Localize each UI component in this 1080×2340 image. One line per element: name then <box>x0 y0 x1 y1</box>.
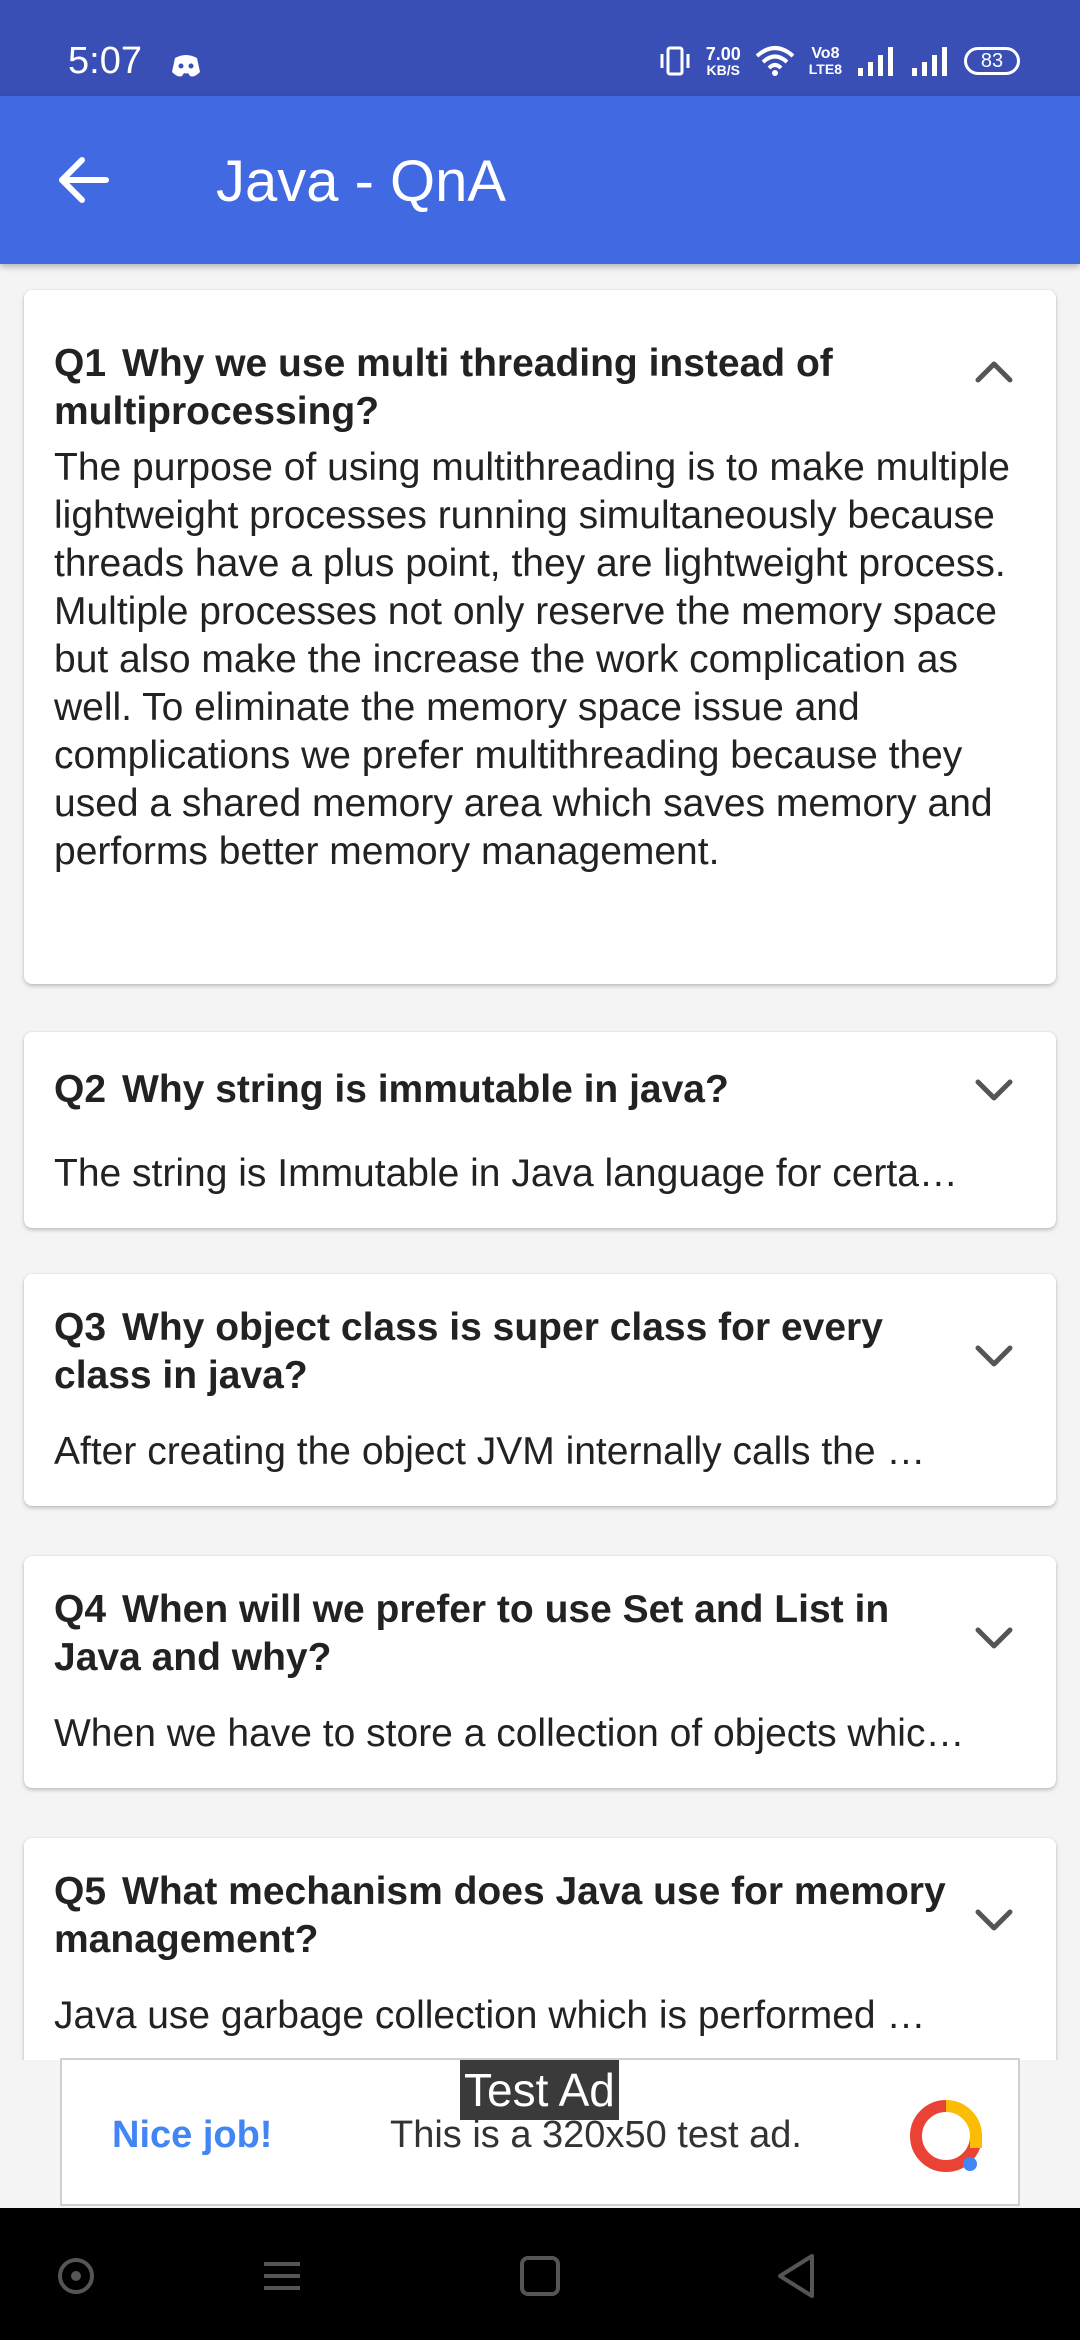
back-triangle-icon[interactable] <box>768 2248 824 2304</box>
question-label: When will we prefer to use Set and List … <box>54 1588 890 1679</box>
answer-preview: Java use garbage collection which is per… <box>54 1994 926 2037</box>
question-number: Q2 <box>54 1068 107 1111</box>
vibrate-icon <box>660 46 690 76</box>
chevron-down-icon[interactable] <box>972 1334 1016 1378</box>
assistant-circle-icon[interactable] <box>48 2248 104 2304</box>
system-nav-bar <box>0 2208 1080 2340</box>
question-label: Why object class is super class for ever… <box>54 1306 883 1397</box>
qna-card-3[interactable]: Q3 Why object class is super class for ev… <box>24 1274 1056 1506</box>
qna-card-5[interactable]: Q5 What mechanism does Java use for memor… <box>24 1838 1056 2060</box>
menu-icon[interactable] <box>254 2248 310 2304</box>
qna-card-1[interactable]: Q1 Why we use multi threading instead of … <box>24 290 1056 984</box>
question-text: Q5 What mechanism does Java use for memor… <box>54 1868 954 1964</box>
question-number: Q3 <box>54 1306 107 1349</box>
answer-preview: When we have to store a collection of ob… <box>54 1712 965 1755</box>
ad-message: This is a 320x50 test ad. <box>390 2114 802 2156</box>
answer-preview: After creating the object JVM internally… <box>54 1430 926 1473</box>
question-text: Q4 When will we prefer to use Set and Lis… <box>54 1586 954 1682</box>
home-square-icon[interactable] <box>512 2248 568 2304</box>
chevron-up-icon[interactable] <box>972 350 1016 394</box>
question-text: Q1 Why we use multi threading instead of … <box>54 340 954 436</box>
ad-headline[interactable]: Nice job! <box>112 2114 272 2157</box>
volte-bottom: LTE8 <box>808 61 842 77</box>
chevron-down-icon[interactable] <box>972 1898 1016 1942</box>
status-icons: 7.00 KB/S Vo8 LTE8 83 <box>658 44 1020 78</box>
battery-indicator: 83 <box>964 47 1020 75</box>
app-bar: Java - QnA <box>0 96 1080 264</box>
admob-logo-icon <box>910 2100 982 2172</box>
volte-indicator: Vo8 LTE8 <box>808 45 842 77</box>
question-text: Q2 Why string is immutable in java? <box>54 1066 954 1114</box>
chevron-down-icon[interactable] <box>972 1616 1016 1660</box>
qna-card-2[interactable]: Q2 Why string is immutable in java? The s… <box>24 1032 1056 1228</box>
qna-card-4[interactable]: Q4 When will we prefer to use Set and Lis… <box>24 1556 1056 1788</box>
signal-sim1-icon <box>858 47 893 76</box>
ad-tag: Test Ad <box>460 2060 619 2120</box>
answer-preview: The string is Immutable in Java language… <box>54 1152 958 1195</box>
question-number: Q1 <box>54 342 107 385</box>
signal-sim2-icon <box>912 47 947 76</box>
answer-text: The purpose of using multithreading is t… <box>54 446 1010 873</box>
question-label: What mechanism does Java use for memory … <box>54 1870 946 1961</box>
question-number: Q4 <box>54 1588 107 1631</box>
chevron-down-icon[interactable] <box>972 1068 1016 1112</box>
status-time: 5:07 <box>68 40 142 82</box>
net-speed-unit: KB/S <box>706 62 740 78</box>
question-text: Q3 Why object class is super class for ev… <box>54 1304 954 1400</box>
question-label: Why string is immutable in java? <box>122 1068 729 1111</box>
net-speed: 7.00 KB/S <box>706 45 741 77</box>
qna-list[interactable]: Q1 Why we use multi threading instead of … <box>0 264 1080 2060</box>
back-button[interactable] <box>44 140 124 220</box>
question-number: Q5 <box>54 1870 107 1913</box>
arrow-back-icon <box>59 157 109 203</box>
status-bar: 5:07 7.00 KB/S Vo8 LTE8 83 <box>0 0 1080 96</box>
page-title: Java - QnA <box>216 149 507 214</box>
net-speed-value: 7.00 <box>705 44 741 64</box>
wifi-icon <box>755 46 795 76</box>
volte-top: Vo8 <box>811 45 840 62</box>
question-label: Why we use multi threading instead of mu… <box>54 342 833 433</box>
discord-notification-icon <box>172 55 200 77</box>
